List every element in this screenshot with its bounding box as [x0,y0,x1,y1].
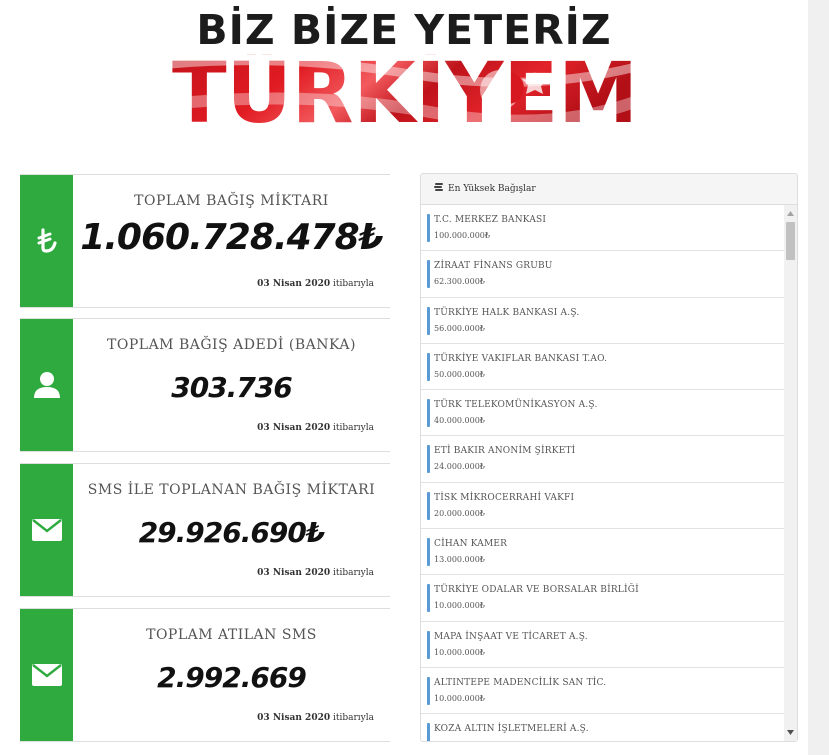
stat-value: 303.736 [171,371,293,404]
donor-accent-bar [427,491,430,520]
donor-name: T.C. MERKEZ BANKASI [434,215,547,225]
donor-amount: 100.000.000₺ [434,231,490,240]
donor-amount: 13.000.000₺ [434,555,485,565]
page: BİZ BİZE YETERİZ TÜRKİYEM [0,0,808,755]
donor-amount: 50.000.000₺ [434,369,485,379]
donor-list-item: T.C. MERKEZ BANKASI 100.000.000₺ [421,205,784,252]
stat-title: TOPLAM ATILAN SMS [146,627,317,643]
coins-icon [434,183,444,195]
donor-accent-bar [427,584,430,613]
donor-list-item: ZİRAAT FİNANS GRUBU 62.300.000₺ [421,251,784,298]
donor-amount: 62.300.000₺ [434,277,485,287]
donor-amount: 10.000.000₺ [434,647,485,657]
user-icon [33,372,60,398]
donor-name: TÜRK TELEKOMÜNİKASYON A.Ş. [434,400,598,411]
stat-date: 03 Nisan 2020 itibarıyla [257,713,374,723]
donor-list-item: KOZA ALTIN İŞLETMELERİ A.Ş. [421,714,784,741]
top-donations-panel: En Yüksek Bağışlar T.C. MERKEZ BANKASI 10… [420,173,798,742]
stat-card-donation-count: TOPLAM BAĞIŞ ADEDİ (BANKA) 303.736 03 Ni… [20,318,390,452]
donor-amount: 10.000.000₺ [434,601,485,611]
donor-list-item: MAPA İNŞAAT VE TİCARET A.Ş. 10.000.000₺ [421,622,784,668]
donor-accent-bar [427,399,430,428]
donor-list-item: TÜRKİYE ODALAR VE BORSALAR BİRLİĞİ 10.000… [421,575,784,622]
stat-title: TOPLAM BAĞIŞ ADEDİ (BANKA) [107,337,356,353]
donor-name: ALTINTEPE MADENCİLİK SAN TİC. [434,677,607,688]
panel-heading-text: En Yüksek Bağışlar [448,184,536,194]
stat-value: 2.992.669 [157,661,307,694]
stat-icon-panel [20,175,73,307]
donor-amount: 10.000.000₺ [434,693,485,703]
donor-amount: 20.000.000₺ [434,508,485,518]
stat-date: 03 Nisan 2020 itibarıyla [257,279,374,289]
stat-value: 1.060.728.478₺ [80,217,384,258]
donor-list-item: TİSK MİKROCERRAHİ VAKFI 20.000.000₺ [421,483,784,530]
donor-name: TÜRKİYE ODALAR VE BORSALAR BİRLİĞİ [434,585,639,596]
donor-list-item: ETİ BAKIR ANONİM ŞİRKETİ 24.000.000₺ [421,436,784,483]
donor-list[interactable]: T.C. MERKEZ BANKASI 100.000.000₺ ZİRAAT Fİ… [421,205,784,741]
stat-card-sms-amount: SMS İLE TOPLANAN BAĞIŞ MİKTARI 29.926.69… [20,463,390,597]
banner-headline: BİZ BİZE YETERİZ [196,6,612,54]
donor-name: CİHAN KAMER [434,539,508,550]
donor-name: TİSK MİKROCERRAHİ VAKFI [434,492,575,503]
donor-name: TÜRKİYE VAKIFLAR BANKASI T.AO. [434,353,608,364]
donor-accent-bar [427,214,430,242]
donor-list-item: ALTINTEPE MADENCİLİK SAN TİC. 10.000.000₺ [421,668,784,715]
banner-turkiyem: TÜRKİYEM [170,54,640,128]
donor-name: MAPA İNŞAAT VE TİCARET A.Ş. [434,631,588,642]
donor-list-item: CİHAN KAMER 13.000.000₺ [421,529,784,576]
stat-icon-panel [20,609,73,741]
scroll-down-arrow-icon[interactable] [784,726,797,739]
donor-amount: 40.000.000₺ [434,416,485,426]
stat-card-total-donation: TOPLAM BAĞIŞ MİKTARI 1.060.728.478₺ 03 N… [20,174,390,308]
donor-amount: 56.000.000₺ [434,323,485,333]
stat-date: 03 Nisan 2020 itibarıyla [257,423,374,433]
scrollbar-thumb[interactable] [786,222,795,260]
donor-name: KOZA ALTIN İŞLETMELERİ A.Ş. [434,724,589,735]
donor-list-item: TÜRKİYE VAKIFLAR BANKASI T.AO. 50.000.000… [421,344,784,391]
envelope-icon [31,664,62,686]
donor-accent-bar [427,445,430,474]
stat-card-sms-count: TOPLAM ATILAN SMS 2.992.669 03 Nisan 202… [20,608,390,742]
stat-title: TOPLAM BAĞIŞ MİKTARI [134,193,329,209]
donor-list-item: TÜRKİYE HALK BANKASI A.Ş. 56.000.000₺ [421,298,784,344]
stat-icon-panel [20,464,73,596]
scroll-up-arrow-icon[interactable] [784,207,797,220]
donor-accent-bar [427,352,430,381]
donor-list-item: TÜRK TELEKOMÜNİKASYON A.Ş. 40.000.000₺ [421,390,784,437]
page-scrollbar-track[interactable] [808,0,829,755]
donor-accent-bar [427,676,430,705]
donor-name: TÜRKİYE HALK BANKASI A.Ş. [434,307,580,318]
donor-accent-bar [427,723,430,741]
donor-name: ETİ BAKIR ANONİM ŞİRKETİ [434,446,576,457]
panel-heading: En Yüksek Bağışlar [421,174,797,205]
stat-value: 29.926.690₺ [138,516,326,549]
donor-amount: 24.000.000₺ [434,462,485,472]
scrollbar[interactable] [784,205,797,741]
lira-icon [37,228,57,253]
stat-title: SMS İLE TOPLANAN BAĞIŞ MİKTARI [87,482,376,498]
donor-name: ZİRAAT FİNANS GRUBU [434,261,553,272]
donor-accent-bar [427,630,430,659]
stat-date: 03 Nisan 2020 itibarıyla [257,568,374,578]
stat-icon-panel [20,319,73,451]
donor-accent-bar [427,538,430,567]
envelope-icon [31,519,62,541]
donor-accent-bar [427,306,430,335]
donor-accent-bar [427,260,430,289]
